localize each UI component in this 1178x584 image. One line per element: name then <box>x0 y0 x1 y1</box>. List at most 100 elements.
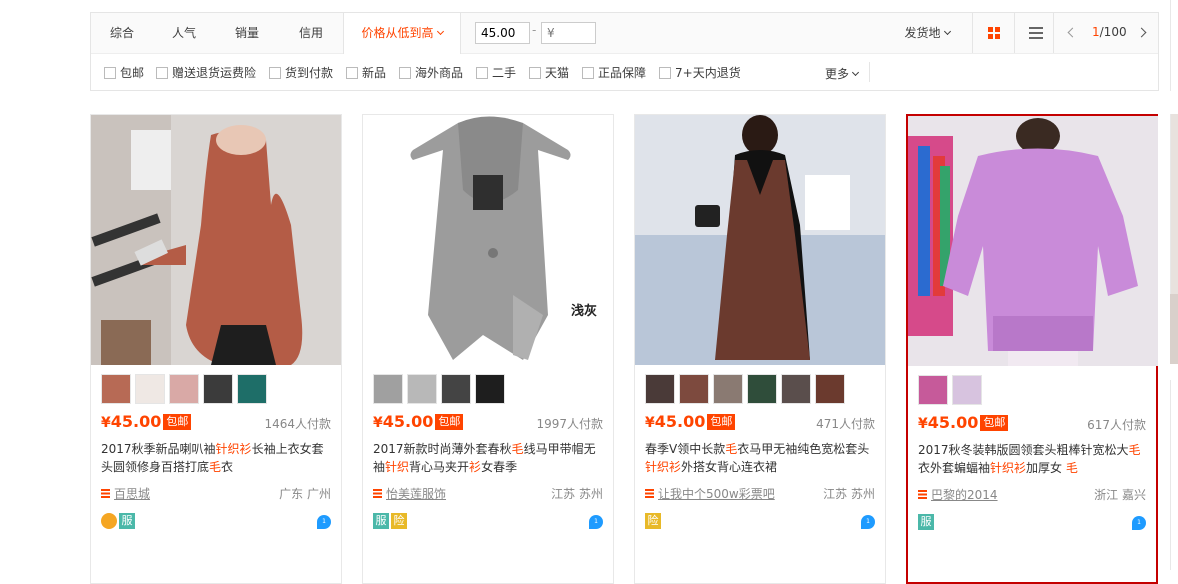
title-keyword: 毛 <box>1128 443 1141 457</box>
more-label: 更多 <box>825 67 850 81</box>
shop-link[interactable]: 让我中个500w彩票吧 <box>645 485 775 502</box>
product-thumbnail[interactable] <box>135 374 165 404</box>
price-value: 45.00 <box>110 412 162 431</box>
checkbox[interactable] <box>582 67 594 79</box>
product-title[interactable]: 春季V领中长款毛衣马甲无袖纯色宽松套头针织衫外搭女背心连衣裙 <box>645 440 877 476</box>
product-card[interactable]: ¥45.00 包邮 471人付款 春季V领中长款毛衣马甲无袖纯色宽松套头针织衫外搭… <box>634 114 886 584</box>
price-range-dash: - <box>532 23 537 37</box>
chevron-down-icon <box>851 68 860 77</box>
title-keyword: 针织衫 <box>990 461 1027 475</box>
prev-page-icon[interactable] <box>1067 27 1078 38</box>
title-text: 衣马甲无袖纯色宽松套头 <box>737 442 870 456</box>
service-badge[interactable]: 服 <box>119 513 135 529</box>
checkbox[interactable] <box>399 67 411 79</box>
product-thumbnail[interactable] <box>101 374 131 404</box>
product-price: ¥45.00 包邮 <box>101 412 192 431</box>
product-thumbnail[interactable] <box>952 375 982 405</box>
product-thumbnail[interactable] <box>169 374 199 404</box>
checkbox[interactable] <box>104 67 116 79</box>
service-badge[interactable]: 服 <box>918 514 934 530</box>
service-badge[interactable]: 服 <box>373 513 389 529</box>
checkbox[interactable] <box>476 67 488 79</box>
shop-link[interactable]: 怡美莲服饰 <box>373 485 446 502</box>
filter-label: 海外商品 <box>415 66 464 80</box>
product-card[interactable]: ¥45.00 包邮 617人付款 2017秋冬装韩版圆领套头粗棒针宽松大毛衣外套蝙… <box>906 114 1158 584</box>
sales-count: 1997人付款 <box>536 417 603 431</box>
title-keyword: 针织衫 <box>645 460 682 474</box>
insurance-badge[interactable]: 险 <box>645 513 661 529</box>
filter-tmall[interactable]: 天猫 <box>529 65 569 81</box>
product-thumbnail[interactable] <box>815 374 845 404</box>
product-thumbnail[interactable] <box>918 375 948 405</box>
shop-link[interactable]: 百思城 <box>101 485 150 502</box>
insurance-badge[interactable]: 险 <box>391 513 407 529</box>
sort-tab-price-asc[interactable]: 价格从低到高 <box>343 13 461 54</box>
product-title[interactable]: 2017新款时尚薄外套春秋毛线马甲带帽无袖针织背心马夹开衫女春季 <box>373 440 605 476</box>
shop-name: 怡美莲服饰 <box>386 487 447 501</box>
product-thumbnail[interactable] <box>373 374 403 404</box>
coin-icon[interactable] <box>101 513 117 529</box>
list-view-button[interactable] <box>1014 13 1056 53</box>
product-thumbnail[interactable] <box>679 374 709 404</box>
sort-tab-credit[interactable]: 信用 <box>279 13 343 53</box>
product-thumbnail[interactable] <box>441 374 471 404</box>
ship-from-dropdown[interactable]: 发货地 <box>897 13 957 53</box>
service-badges: 服 <box>918 514 936 530</box>
filter-label: 7+天内退货 <box>675 66 741 80</box>
price-min-input[interactable] <box>475 22 530 44</box>
filter-7day-return[interactable]: 7+天内退货 <box>659 65 741 81</box>
filter-free-shipping[interactable]: 包邮 <box>104 65 144 81</box>
filter-label: 正品保障 <box>598 66 647 80</box>
wangwang-chat-icon[interactable]: 1 <box>589 515 603 529</box>
free-shipping-tag: 包邮 <box>435 414 464 430</box>
product-thumbnail[interactable] <box>203 374 233 404</box>
wangwang-chat-icon[interactable]: 1 <box>1132 516 1146 530</box>
shop-link[interactable]: 巴黎的2014 <box>918 486 998 503</box>
service-badges: 服险 <box>373 513 409 529</box>
filter-new[interactable]: 新品 <box>346 65 386 81</box>
sort-tab-sales[interactable]: 销量 <box>215 13 279 53</box>
product-thumbnail[interactable] <box>781 374 811 404</box>
title-text: 2017秋冬装韩版圆领套头粗棒针宽松大 <box>918 443 1129 457</box>
filter-label: 包邮 <box>120 66 145 80</box>
sort-tab-popularity[interactable]: 人气 <box>153 13 215 53</box>
product-card[interactable]: 浅灰 ¥45.00 包邮 1997人付款 2017新款时尚薄外套春秋毛线马甲带帽无… <box>362 114 614 584</box>
more-filters-button[interactable]: 更多 <box>825 65 860 82</box>
product-card[interactable]: ¥45.00 包邮 1464人付款 2017秋季新品喇叭袖针织衫长袖上衣女套头圆领… <box>90 114 342 584</box>
wangwang-chat-icon[interactable]: 1 <box>317 515 331 529</box>
product-thumbnail[interactable] <box>237 374 267 404</box>
product-thumbnail[interactable] <box>407 374 437 404</box>
shop-icon <box>101 489 110 498</box>
product-title[interactable]: 2017秋季新品喇叭袖针织衫长袖上衣女套头圆领修身百搭打底毛衣 <box>101 440 333 476</box>
product-image[interactable] <box>908 116 1158 366</box>
checkbox[interactable] <box>156 67 168 79</box>
product-image[interactable]: 浅灰 <box>363 115 613 365</box>
price-max-input[interactable] <box>541 22 596 44</box>
checkbox[interactable] <box>529 67 541 79</box>
checkbox[interactable] <box>346 67 358 79</box>
product-thumbnail[interactable] <box>747 374 777 404</box>
filter-cash-on-delivery[interactable]: 货到付款 <box>269 65 333 81</box>
product-thumbnail[interactable] <box>645 374 675 404</box>
title-text: 背心马夹开 <box>409 460 470 474</box>
ship-from-label: 发货地 <box>904 26 941 40</box>
filter-overseas[interactable]: 海外商品 <box>399 65 463 81</box>
checkbox[interactable] <box>269 67 281 79</box>
product-title[interactable]: 2017秋冬装韩版圆领套头粗棒针宽松大毛衣外套蝙蝠袖针织衫加厚女 毛 <box>918 441 1150 477</box>
product-thumbnail[interactable] <box>713 374 743 404</box>
product-image[interactable] <box>91 115 341 365</box>
sort-tab-price-label: 价格从低到高 <box>361 26 434 40</box>
filter-return-insurance[interactable]: 赠送退货运费险 <box>156 65 256 81</box>
wangwang-chat-icon[interactable]: 1 <box>861 515 875 529</box>
next-page-icon[interactable] <box>1136 27 1147 38</box>
checkbox[interactable] <box>659 67 671 79</box>
filter-second-hand[interactable]: 二手 <box>476 65 516 81</box>
sort-tab-comprehensive[interactable]: 综合 <box>91 13 153 53</box>
grid-view-button[interactable] <box>972 13 1014 53</box>
title-keyword: 毛 <box>725 442 738 456</box>
filter-authentic[interactable]: 正品保障 <box>582 65 646 81</box>
product-thumbnail[interactable] <box>475 374 505 404</box>
location: 江苏 苏州 <box>823 487 875 501</box>
product-image[interactable] <box>635 115 885 365</box>
title-keyword: 毛 <box>1065 461 1078 475</box>
